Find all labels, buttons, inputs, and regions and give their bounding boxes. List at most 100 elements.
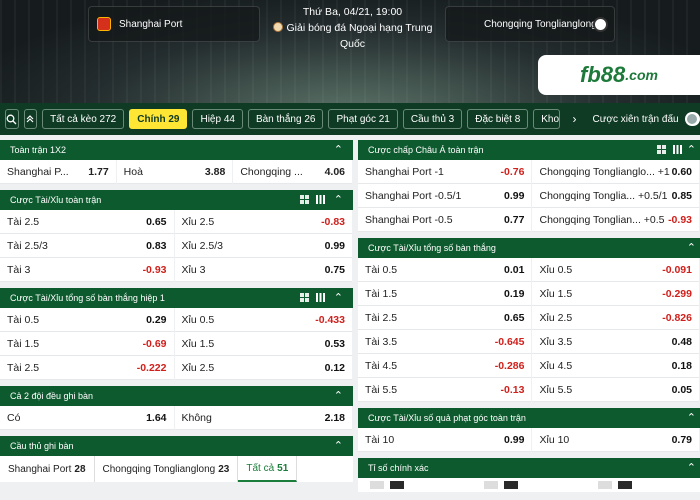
odds-row: Tài 5.5 -0.13 Xỉu 5.5 0.05 xyxy=(358,378,700,402)
double-chevron-up-icon[interactable] xyxy=(23,109,38,129)
chevron-up-icon[interactable]: ⌃ xyxy=(687,143,696,156)
odds-cell[interactable]: Tài 3 -0.93 xyxy=(0,258,174,282)
odds-cell[interactable]: Xỉu 2.5 -0.826 xyxy=(532,306,699,330)
score-cell[interactable] xyxy=(586,478,699,492)
odds-row: Tài 2.5 0.65 Xỉu 2.5 -0.83 xyxy=(0,210,353,234)
tab-home-team[interactable]: Shanghai Port 28 xyxy=(0,456,95,482)
brand-logo[interactable]: fb88 .com xyxy=(538,55,700,95)
odds-cell[interactable]: Xỉu 1.5 -0.299 xyxy=(532,282,699,306)
odds-cell[interactable]: Hoà 3.88 xyxy=(116,160,233,184)
odds-cell[interactable]: Xỉu 10 0.79 xyxy=(532,428,699,452)
odds-cell[interactable]: Tài 10 0.99 xyxy=(358,428,532,452)
chevron-right-icon[interactable]: › xyxy=(573,112,577,126)
odds-cell[interactable]: Tài 4.5 -0.286 xyxy=(358,354,532,378)
odds-cell[interactable]: Tài 1.5 0.19 xyxy=(358,282,532,306)
scorer-tabs: Shanghai Port 28 Chongqing Tonglianglong 2… xyxy=(0,456,353,482)
section-over-under-goals[interactable]: Cược Tài/Xỉu tổng số bàn thắng ⌃ xyxy=(358,238,700,258)
chevron-up-icon[interactable]: ⌃ xyxy=(687,461,696,474)
odds-cell[interactable]: Tài 2.5 0.65 xyxy=(0,210,174,234)
odds-cell[interactable]: Tài 2.5 -0.222 xyxy=(0,356,174,380)
odds-cell[interactable]: Chongqing Tonglia... +0.5/1 0.85 xyxy=(532,184,699,208)
market-filter-bar: Tất cả kèo 272 Chính 29 Hiệp 44 Bàn thắn… xyxy=(0,103,700,135)
odds-cell[interactable]: Xỉu 2.5 0.12 xyxy=(174,356,352,380)
odds-cell[interactable]: Xỉu 1.5 0.53 xyxy=(174,332,352,356)
odds-cell[interactable]: Xỉu 2.5/3 0.99 xyxy=(174,234,352,258)
odds-cell[interactable]: Xỉu 0.5 -0.091 xyxy=(532,258,699,282)
odds-cell[interactable]: Xỉu 0.5 -0.433 xyxy=(174,308,352,332)
odds-cell[interactable]: Tài 1.5 -0.69 xyxy=(0,332,174,356)
grid-view-icon[interactable] xyxy=(657,145,666,154)
odds-row: Shanghai Port -0.5 0.77 Chongqing Tonglia… xyxy=(358,208,700,232)
odds-cell[interactable]: Tài 5.5 -0.13 xyxy=(358,378,532,402)
odds-cell[interactable]: Có 1.64 xyxy=(0,406,174,430)
chevron-up-icon[interactable]: ⌃ xyxy=(687,241,696,254)
odds-cell[interactable]: Tài 2.5/3 0.83 xyxy=(0,234,174,258)
filter-corners[interactable]: Phạt góc 21 xyxy=(328,109,398,129)
league-name: Giải bóng đá Ngoại hạng Trung Quốc xyxy=(260,20,445,52)
odds-cell[interactable]: Tài 2.5 0.65 xyxy=(358,306,532,330)
list-view-icon[interactable] xyxy=(673,145,682,154)
section-over-under-first-half[interactable]: Cược Tài/Xỉu tổng số bàn thắng hiệp 1 ⌃ xyxy=(0,288,353,308)
odds-row: Tài 4.5 -0.286 Xỉu 4.5 0.18 xyxy=(358,354,700,378)
correct-score-row-partial xyxy=(358,478,700,492)
match-banner: Shanghai Port Thứ Ba, 04/21, 19:00 Giải … xyxy=(0,0,700,103)
filter-half[interactable]: Hiệp 44 xyxy=(192,109,243,129)
odds-cell[interactable]: Shanghai Port -0.5/1 0.99 xyxy=(358,184,532,208)
score-cell[interactable] xyxy=(358,478,471,492)
odds-cell[interactable]: Chongqing Tonglianglo... +1 0.60 xyxy=(532,160,699,184)
grid-view-icon[interactable] xyxy=(300,195,309,204)
odds-cell[interactable]: Xỉu 5.5 0.05 xyxy=(532,378,699,402)
section-over-under-fulltime[interactable]: Cược Tài/Xỉu toàn trận ⌃ xyxy=(0,190,353,210)
odds-cell[interactable]: Xỉu 2.5 -0.83 xyxy=(174,210,352,234)
section-asian-handicap[interactable]: Cược chấp Châu Á toàn trận ⌃ xyxy=(358,140,700,160)
list-view-icon[interactable] xyxy=(316,293,325,302)
odds-row: Tài 2.5 0.65 Xỉu 2.5 -0.826 xyxy=(358,306,700,330)
shanghai-port-crest-icon xyxy=(97,17,111,31)
odds-row: Shanghai Port -0.5/1 0.99 Chongqing Tongl… xyxy=(358,184,700,208)
right-markets-column: Cược chấp Châu Á toàn trận ⌃ Shanghai Po… xyxy=(358,140,700,492)
section-goal-scorer[interactable]: Cầu thủ ghi bàn ⌃ xyxy=(0,436,353,456)
section-corners-over-under[interactable]: Cược Tài/Xỉu số quả phạt góc toàn trận ⌃ xyxy=(358,408,700,428)
odds-cell[interactable]: Shanghai Port -0.5 0.77 xyxy=(358,208,532,232)
tab-all[interactable]: Tất cả 51 xyxy=(238,456,298,482)
odds-row: Có 1.64 Không 2.18 xyxy=(0,406,353,430)
section-both-teams-score[interactable]: Cả 2 đội đều ghi bàn ⌃ xyxy=(0,386,353,406)
odds-cell[interactable]: Không 2.18 xyxy=(174,406,352,430)
search-icon[interactable] xyxy=(5,109,19,129)
section-correct-score[interactable]: Tỉ số chính xác ⌃ xyxy=(358,458,700,478)
chevron-up-icon[interactable]: ⌃ xyxy=(334,389,343,402)
odds-cell[interactable]: Shanghai P... 1.77 xyxy=(0,160,116,184)
filter-main[interactable]: Chính 29 xyxy=(129,109,188,129)
odds-cell[interactable]: Chongqing Tonglian... +0.5 -0.93 xyxy=(532,208,699,232)
odds-cell[interactable]: Xỉu 3.5 0.48 xyxy=(532,330,699,354)
chevron-up-icon[interactable]: ⌃ xyxy=(687,411,696,424)
home-team-box[interactable]: Shanghai Port xyxy=(88,6,260,42)
chevron-up-icon[interactable]: ⌃ xyxy=(334,143,343,156)
home-team-name: Shanghai Port xyxy=(119,18,183,30)
tab-away-team[interactable]: Chongqing Tonglianglong 23 xyxy=(95,456,239,482)
match-datetime: Thứ Ba, 04/21, 19:00 xyxy=(302,6,403,18)
chevron-up-icon[interactable]: ⌃ xyxy=(334,439,343,452)
section-fulltime-1x2[interactable]: Toàn trận 1X2 ⌃ xyxy=(0,140,353,160)
filter-range[interactable]: Khoảng xyxy=(533,109,560,129)
parlay-toggle[interactable] xyxy=(684,112,700,126)
away-team-name: Chongqing Tonglianglong xyxy=(484,18,597,30)
odds-cell[interactable]: Shanghai Port -1 -0.76 xyxy=(358,160,532,184)
odds-cell[interactable]: Xỉu 4.5 0.18 xyxy=(532,354,699,378)
odds-cell[interactable]: Tài 3.5 -0.645 xyxy=(358,330,532,354)
list-view-icon[interactable] xyxy=(316,195,325,204)
odds-cell[interactable]: Tài 0.5 0.01 xyxy=(358,258,532,282)
grid-view-icon[interactable] xyxy=(300,293,309,302)
score-cell[interactable] xyxy=(472,478,585,492)
filter-players[interactable]: Cầu thủ 3 xyxy=(402,109,463,129)
league-icon xyxy=(272,22,283,32)
away-team-box[interactable]: Chongqing Tonglianglong xyxy=(445,6,615,42)
chevron-up-icon[interactable]: ⌃ xyxy=(334,291,343,304)
chevron-up-icon[interactable]: ⌃ xyxy=(334,193,343,206)
filter-all-markets[interactable]: Tất cả kèo 272 xyxy=(42,109,125,129)
odds-cell[interactable]: Chongqing ... 4.06 xyxy=(233,160,352,184)
filter-goals[interactable]: Bàn thắng 26 xyxy=(247,109,324,129)
odds-cell[interactable]: Xỉu 3 0.75 xyxy=(174,258,352,282)
odds-cell[interactable]: Tài 0.5 0.29 xyxy=(0,308,174,332)
filter-special[interactable]: Đặc biệt 8 xyxy=(467,109,529,129)
